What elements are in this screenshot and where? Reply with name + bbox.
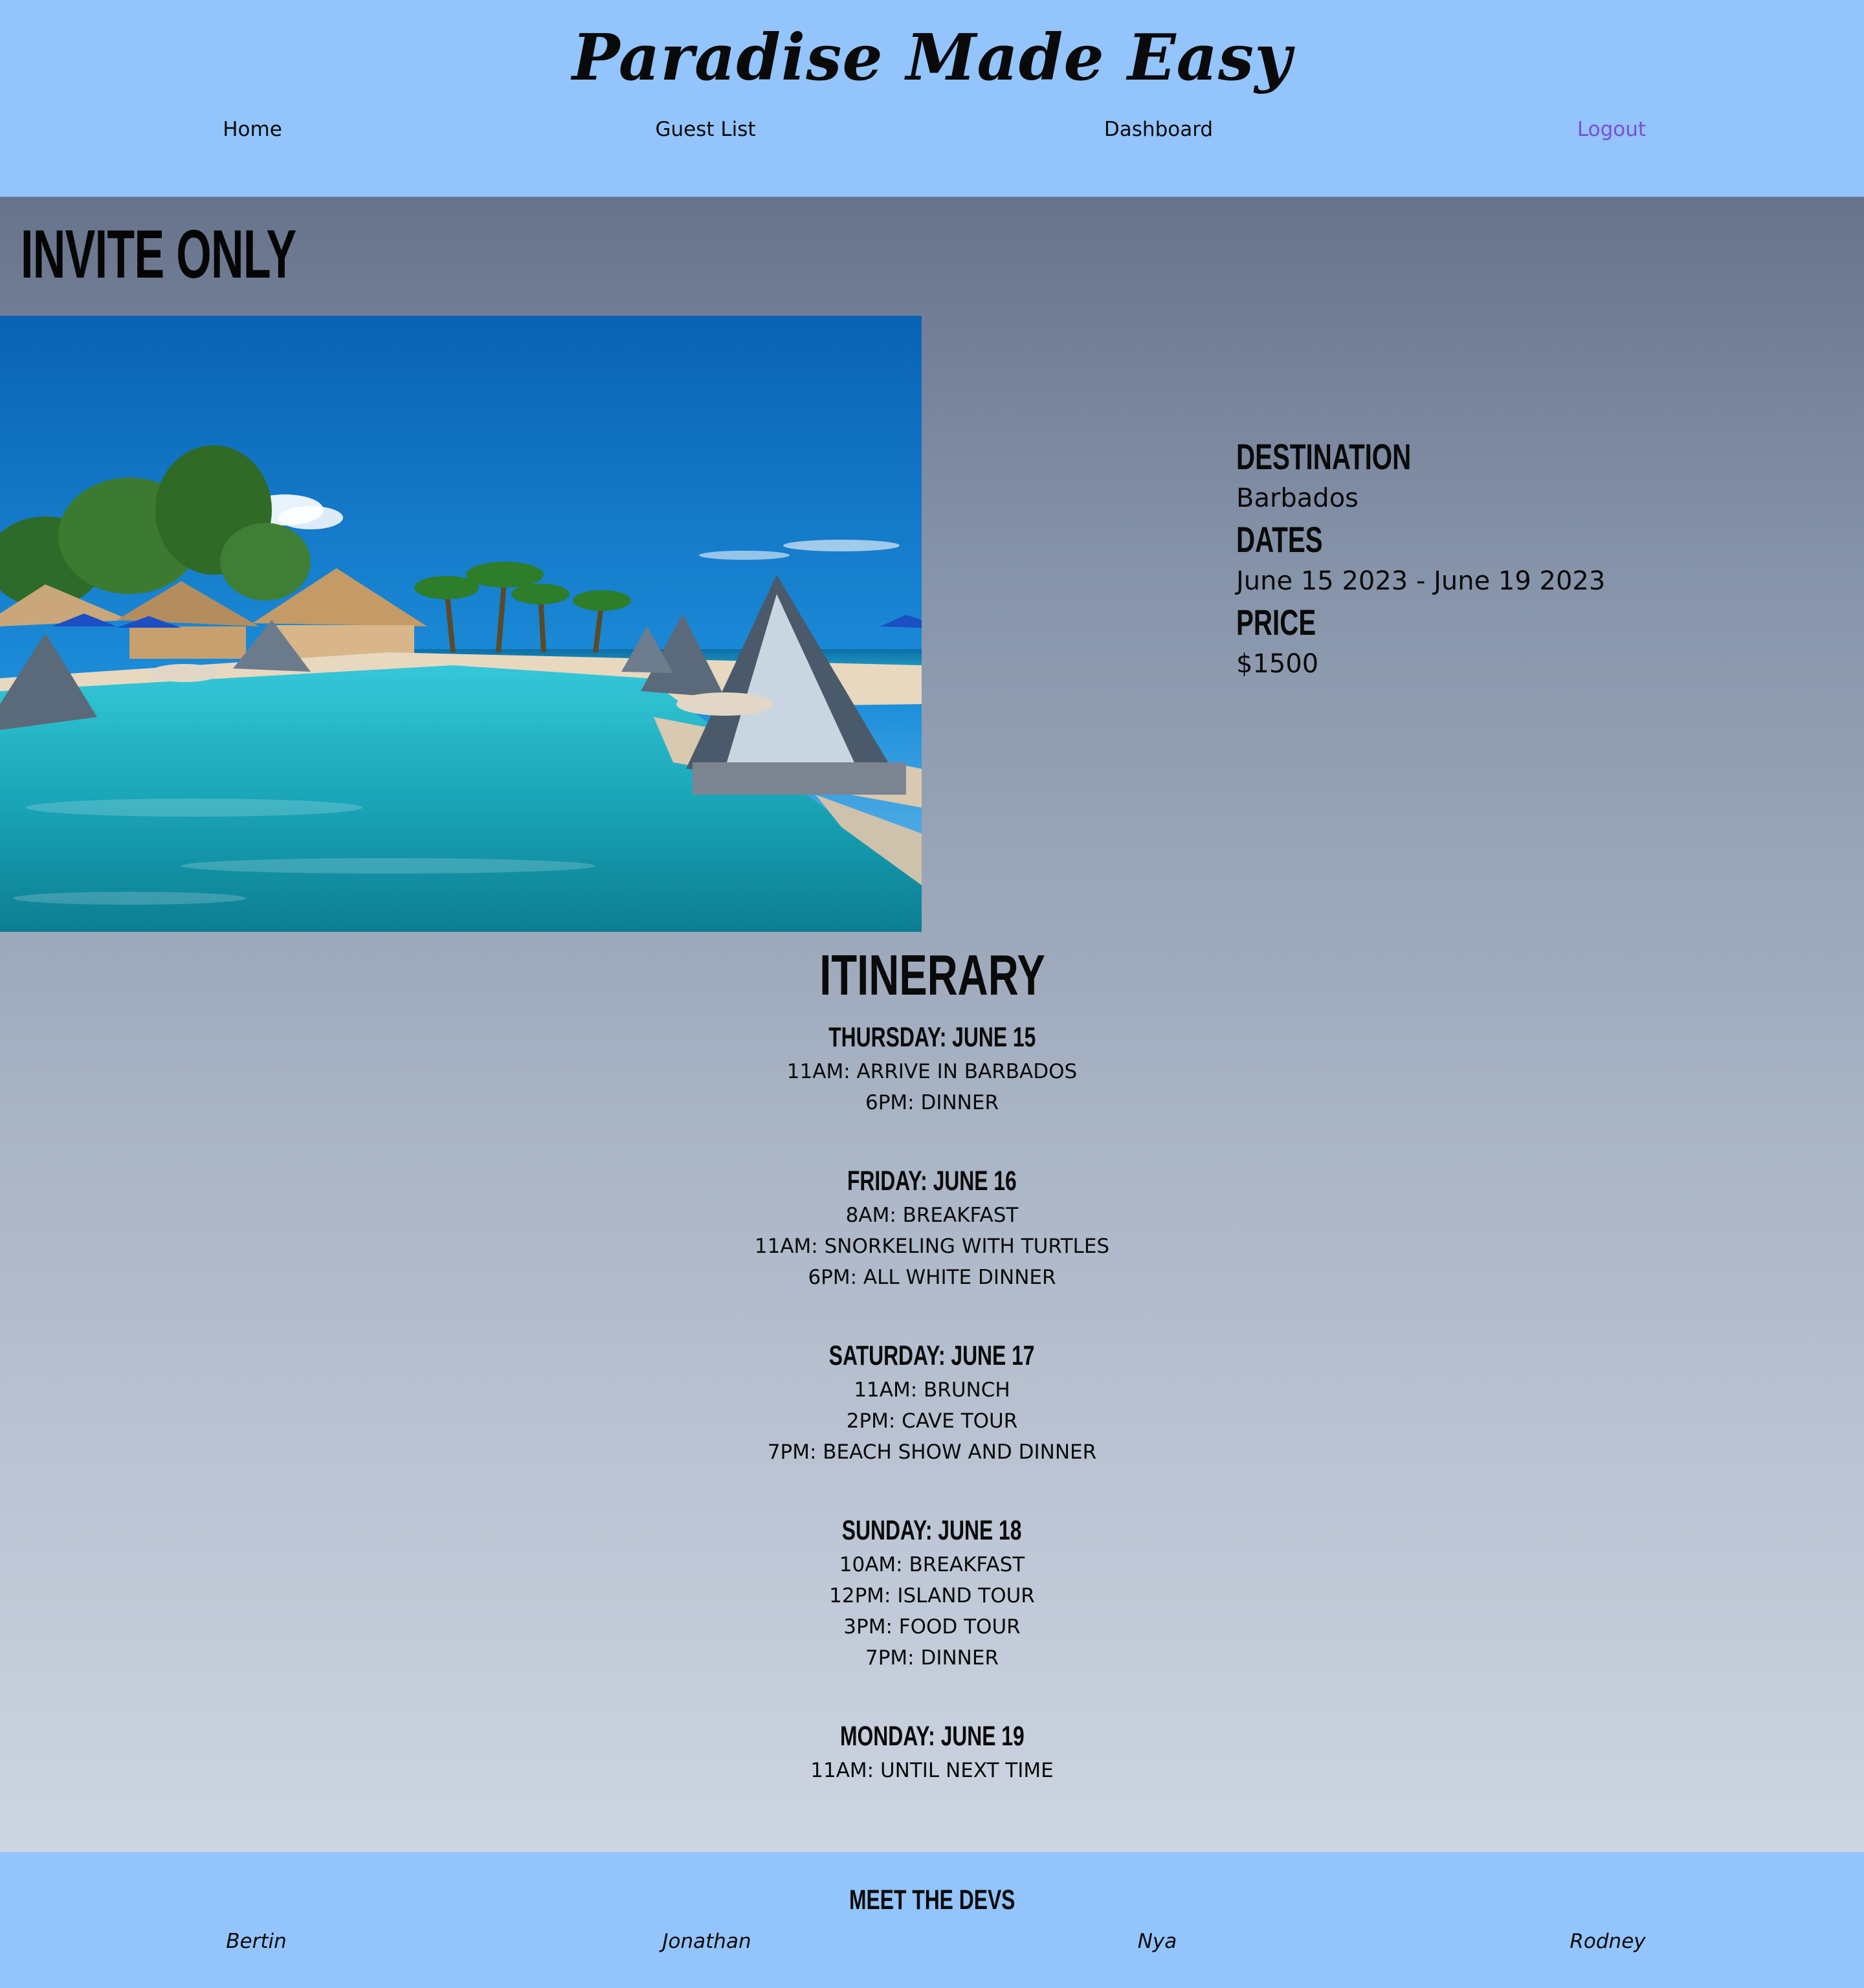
itinerary-event: 11AM: BRUNCH <box>854 1378 1010 1402</box>
itinerary-event: 11AM: ARRIVE IN BARBADOS <box>786 1060 1078 1083</box>
itinerary-event: 6PM: DINNER <box>865 1091 999 1114</box>
itinerary-event: 2PM: CAVE TOUR <box>846 1409 1018 1433</box>
itinerary-section: ITINERARY THURSDAY: JUNE 15 11AM: ARRIVE… <box>0 940 1864 1786</box>
day-title: SUNDAY: JUNE 18 <box>842 1515 1022 1546</box>
itinerary-day: SUNDAY: JUNE 18 10AM: BREAKFAST 12PM: IS… <box>0 1512 1864 1673</box>
itinerary-event: 6PM: ALL WHITE DINNER <box>808 1266 1056 1289</box>
itinerary-day: SATURDAY: JUNE 17 11AM: BRUNCH 2PM: CAVE… <box>0 1337 1864 1468</box>
page-heading: INVITE ONLY <box>21 216 296 293</box>
day-title: SATURDAY: JUNE 17 <box>829 1340 1035 1371</box>
day-title: FRIDAY: JUNE 16 <box>847 1165 1017 1197</box>
dev-name-nya: Nya <box>1137 1930 1177 1953</box>
itinerary-event: 10AM: BREAKFAST <box>839 1553 1025 1576</box>
itinerary-day: MONDAY: JUNE 19 11AM: UNTIL NEXT TIME <box>0 1717 1864 1786</box>
nav-dashboard-link[interactable]: Dashboard <box>1029 114 1288 145</box>
footer-title-text: MEET THE DEVS <box>849 1884 1015 1916</box>
dev-name-bertin: Bertin <box>226 1930 287 1953</box>
footer-title: MEET THE DEVS <box>0 1882 1864 1918</box>
destination-value: Barbados <box>1236 483 1359 513</box>
main-content: INVITE ONLY DESTINATION Barbados DATES J… <box>0 197 1864 1852</box>
nav-logout-link[interactable]: Logout <box>1482 114 1741 145</box>
dev-name-rodney: Rodney <box>1570 1930 1646 1953</box>
itinerary-day: THURSDAY: JUNE 15 11AM: ARRIVE IN BARBAD… <box>0 1019 1864 1118</box>
itinerary-day: FRIDAY: JUNE 16 8AM: BREAKFAST 11AM: SNO… <box>0 1162 1864 1293</box>
dev-name-jonathan: Jonathan <box>662 1930 751 1953</box>
resort-pool-image <box>0 316 922 932</box>
site-footer: MEET THE DEVS <box>0 1852 1864 1988</box>
itinerary-event: 8AM: BREAKFAST <box>845 1204 1019 1227</box>
itinerary-event: 7PM: DINNER <box>865 1646 999 1670</box>
site-title: Paradise Made Easy <box>571 21 1293 95</box>
nav-guest-list-link[interactable]: Guest List <box>576 114 835 145</box>
itinerary-event: 11AM: SNORKELING WITH TURTLES <box>754 1235 1110 1258</box>
day-title: MONDAY: JUNE 19 <box>839 1721 1025 1752</box>
dates-label: DATES <box>1236 519 1323 560</box>
dates-value: June 15 2023 - June 19 2023 <box>1236 566 1606 596</box>
destination-label: DESTINATION <box>1236 436 1412 477</box>
nav-home-link[interactable]: Home <box>123 114 382 145</box>
itinerary-event: 12PM: ISLAND TOUR <box>829 1584 1035 1607</box>
itinerary-event: 11AM: UNTIL NEXT TIME <box>810 1759 1054 1782</box>
price-value: $1500 <box>1236 649 1319 679</box>
day-title: THURSDAY: JUNE 15 <box>828 1022 1036 1053</box>
itinerary-title: ITINERARY <box>819 943 1045 1007</box>
itinerary-event: 3PM: FOOD TOUR <box>843 1615 1021 1639</box>
trip-details: DESTINATION Barbados DATES June 15 2023 … <box>1236 436 1819 685</box>
itinerary-event: 7PM: BEACH SHOW AND DINNER <box>767 1441 1097 1464</box>
price-label: PRICE <box>1236 602 1316 643</box>
site-header: Paradise Made Easy Home Guest List Dashb… <box>0 0 1864 197</box>
